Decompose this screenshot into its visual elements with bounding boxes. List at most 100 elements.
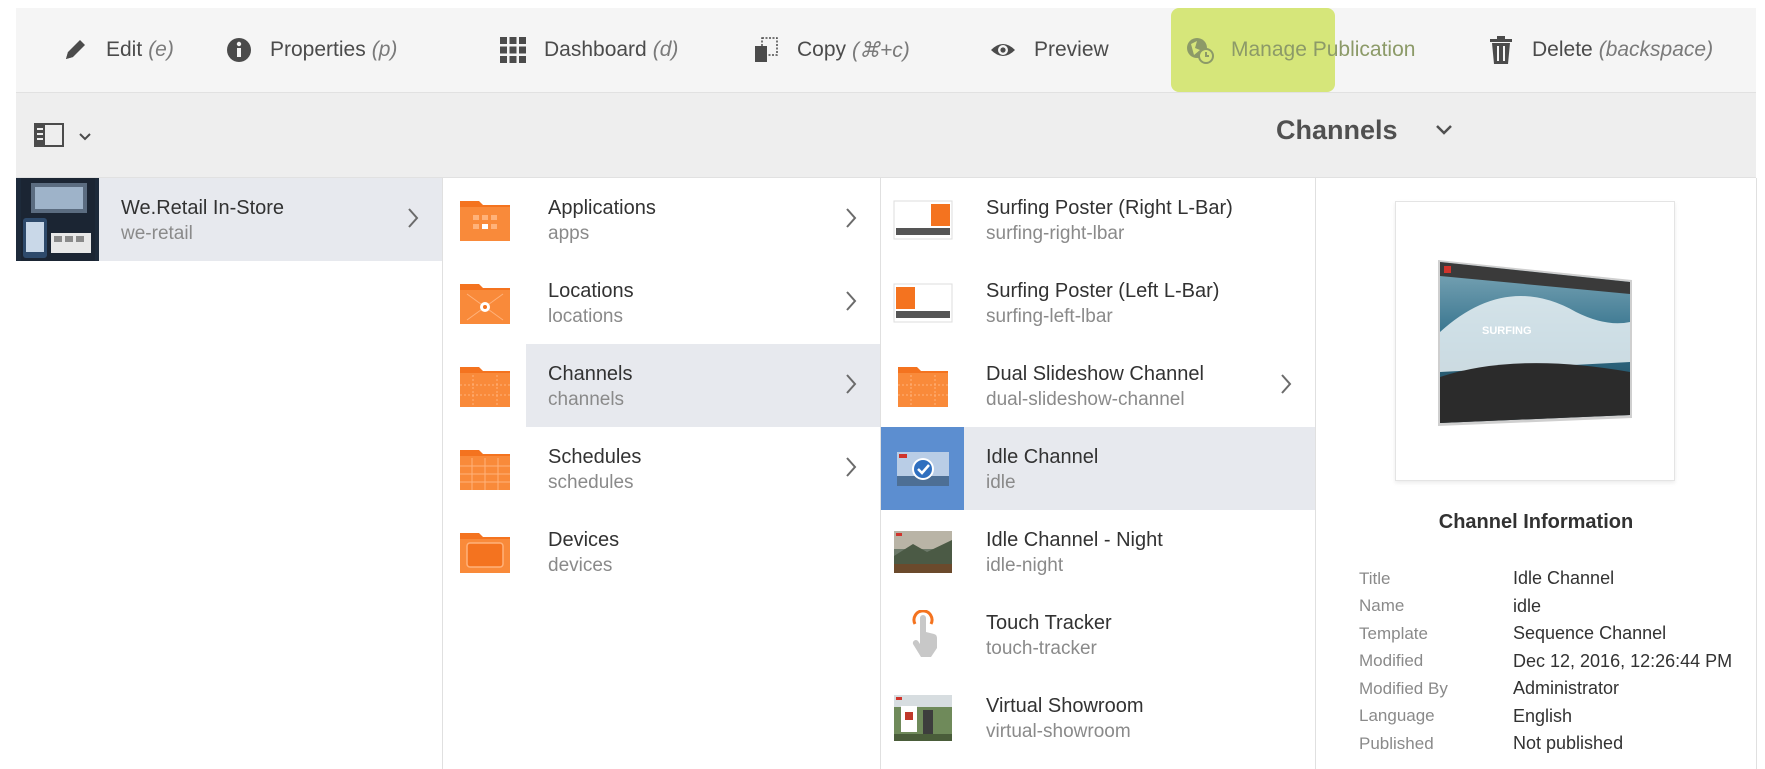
item-title: Devices bbox=[548, 529, 620, 551]
delete-label: Delete bbox=[1532, 38, 1593, 61]
property-row: Template Sequence Channel bbox=[1359, 620, 1732, 648]
item-name: channels bbox=[548, 389, 625, 410]
item-name: idle-night bbox=[986, 555, 1064, 576]
copy-label: Copy bbox=[797, 38, 847, 61]
column-item-we-retail[interactable]: We.Retail In-Store we-retail bbox=[16, 178, 442, 261]
column-item-virtual-showroom[interactable]: Virtual Showroom virtual-showroom bbox=[881, 676, 1315, 759]
item-title: Schedules bbox=[548, 446, 642, 468]
column-we-retail: Applications apps Locations locations Ch… bbox=[443, 178, 881, 769]
property-key: Modified By bbox=[1359, 678, 1448, 698]
preview-banner-text: SURFING bbox=[1482, 325, 1532, 337]
chevron-right-icon bbox=[844, 289, 858, 318]
property-value: Not published bbox=[1513, 733, 1624, 754]
property-value: Sequence Channel bbox=[1513, 623, 1667, 644]
we-retail-thumbnail bbox=[16, 178, 99, 261]
chevron-right-icon bbox=[844, 206, 858, 235]
column-item-applications[interactable]: Applications apps bbox=[443, 178, 880, 261]
properties-button[interactable]: Properties (p) bbox=[224, 8, 397, 92]
property-row: Published Not published bbox=[1359, 730, 1732, 758]
item-title: Touch Tracker bbox=[986, 612, 1112, 634]
item-title: We.Retail In-Store bbox=[121, 197, 285, 219]
chevron-right-icon bbox=[844, 372, 858, 401]
channel-properties: Title Idle Channel Name idle Template Se… bbox=[1359, 565, 1732, 758]
title-chevron-down-icon[interactable] bbox=[1434, 123, 1454, 142]
selected-thumbnail bbox=[881, 427, 964, 510]
rail-toggle-button[interactable] bbox=[34, 123, 92, 152]
channel-information-heading: Channel Information bbox=[1438, 511, 1634, 533]
property-row: Title Idle Channel bbox=[1359, 565, 1732, 593]
dashboard-label: Dashboard bbox=[544, 38, 647, 61]
column-item-schedules[interactable]: Schedules schedules bbox=[443, 427, 880, 510]
item-title: Locations bbox=[548, 280, 634, 302]
item-name: schedules bbox=[548, 472, 634, 493]
item-name: surfing-left-lbar bbox=[986, 306, 1113, 327]
chevron-right-icon bbox=[844, 455, 858, 484]
item-title: Idle Channel bbox=[986, 446, 1099, 468]
property-row: Language English bbox=[1359, 703, 1732, 731]
column-item-dual-slideshow-channel[interactable]: Dual Slideshow Channel dual-slideshow-ch… bbox=[881, 344, 1315, 427]
manage-publication-button[interactable]: Manage Publication bbox=[1185, 8, 1415, 92]
column-item-idle[interactable]: Idle Channel idle bbox=[881, 427, 1315, 510]
column-item-touch-tracker[interactable]: Touch Tracker touch-tracker bbox=[881, 593, 1315, 676]
item-name: apps bbox=[548, 223, 590, 244]
channel-info-panel: SURFING Channel Information Title Idle C… bbox=[1316, 178, 1757, 769]
info-icon bbox=[224, 35, 254, 65]
preview-button[interactable]: Preview bbox=[988, 8, 1109, 92]
item-title: Applications bbox=[548, 197, 656, 219]
touch-icon bbox=[881, 593, 964, 676]
item-title: Dual Slideshow Channel bbox=[986, 363, 1204, 385]
folder-icon bbox=[443, 427, 526, 510]
copy-icon bbox=[751, 35, 781, 65]
property-key: Name bbox=[1359, 596, 1405, 616]
item-title: Channels bbox=[548, 363, 633, 385]
property-key: Modified bbox=[1359, 651, 1424, 671]
edit-label: Edit bbox=[106, 38, 143, 61]
item-name: we-retail bbox=[121, 223, 193, 244]
property-value: Dec 12, 2016, 12:26:44 PM bbox=[1513, 650, 1733, 671]
property-key: Title bbox=[1359, 568, 1391, 588]
column-root: We.Retail In-Store we-retail bbox=[16, 178, 443, 769]
property-value: Idle Channel bbox=[1513, 568, 1615, 589]
item-title: Idle Channel - Night bbox=[986, 529, 1163, 551]
pencil-icon bbox=[60, 35, 90, 65]
channel-thumbnail bbox=[881, 676, 964, 759]
item-name: virtual-showroom bbox=[986, 721, 1131, 742]
chevron-right-icon bbox=[1279, 372, 1293, 401]
column-item-surfing-right-lbar[interactable]: Surfing Poster (Right L-Bar) surfing-rig… bbox=[881, 178, 1315, 261]
item-title: Surfing Poster (Right L-Bar) bbox=[986, 197, 1233, 219]
column-item-locations[interactable]: Locations locations bbox=[443, 261, 880, 344]
edit-button[interactable]: Edit (e) bbox=[60, 8, 174, 92]
property-value: Administrator bbox=[1513, 678, 1620, 699]
channel-preview-card: SURFING bbox=[1395, 201, 1675, 481]
property-value: English bbox=[1513, 705, 1573, 726]
manage-publication-label: Manage Publication bbox=[1231, 38, 1416, 61]
item-name: idle bbox=[986, 472, 1016, 493]
copy-shortcut: (⌘+c) bbox=[852, 38, 910, 62]
item-name: locations bbox=[548, 306, 623, 327]
properties-shortcut: (p) bbox=[371, 38, 398, 61]
property-value: idle bbox=[1513, 595, 1542, 616]
copy-button[interactable]: Copy (⌘+c) bbox=[751, 8, 910, 92]
column-item-channels[interactable]: Channels channels bbox=[443, 344, 880, 427]
dashboard-button[interactable]: Dashboard (d) bbox=[498, 8, 678, 92]
property-row: Name idle bbox=[1359, 593, 1732, 621]
rail-toggle-icon bbox=[34, 123, 64, 152]
column-item-devices[interactable]: Devices devices bbox=[443, 510, 880, 593]
properties-label: Properties bbox=[270, 38, 366, 61]
property-key: Published bbox=[1359, 733, 1434, 753]
folder-icon bbox=[443, 178, 526, 261]
page-title: Channels bbox=[1276, 115, 1398, 145]
channel-thumbnail bbox=[881, 178, 964, 261]
channel-thumbnail bbox=[881, 510, 964, 593]
delete-button[interactable]: Delete (backspace) bbox=[1486, 8, 1713, 92]
item-name: devices bbox=[548, 555, 613, 576]
grid-icon bbox=[498, 35, 528, 65]
action-bar: Edit (e) Properties (p) Dashboard (d) Co… bbox=[16, 8, 1756, 93]
item-name: dual-slideshow-channel bbox=[986, 389, 1185, 410]
chevron-right-icon bbox=[406, 206, 420, 235]
preview-label: Preview bbox=[1034, 38, 1109, 61]
item-title: Virtual Showroom bbox=[986, 695, 1144, 717]
column-item-surfing-left-lbar[interactable]: Surfing Poster (Left L-Bar) surfing-left… bbox=[881, 261, 1315, 344]
item-name: touch-tracker bbox=[986, 638, 1097, 659]
column-item-idle-night[interactable]: Idle Channel - Night idle-night bbox=[881, 510, 1315, 593]
